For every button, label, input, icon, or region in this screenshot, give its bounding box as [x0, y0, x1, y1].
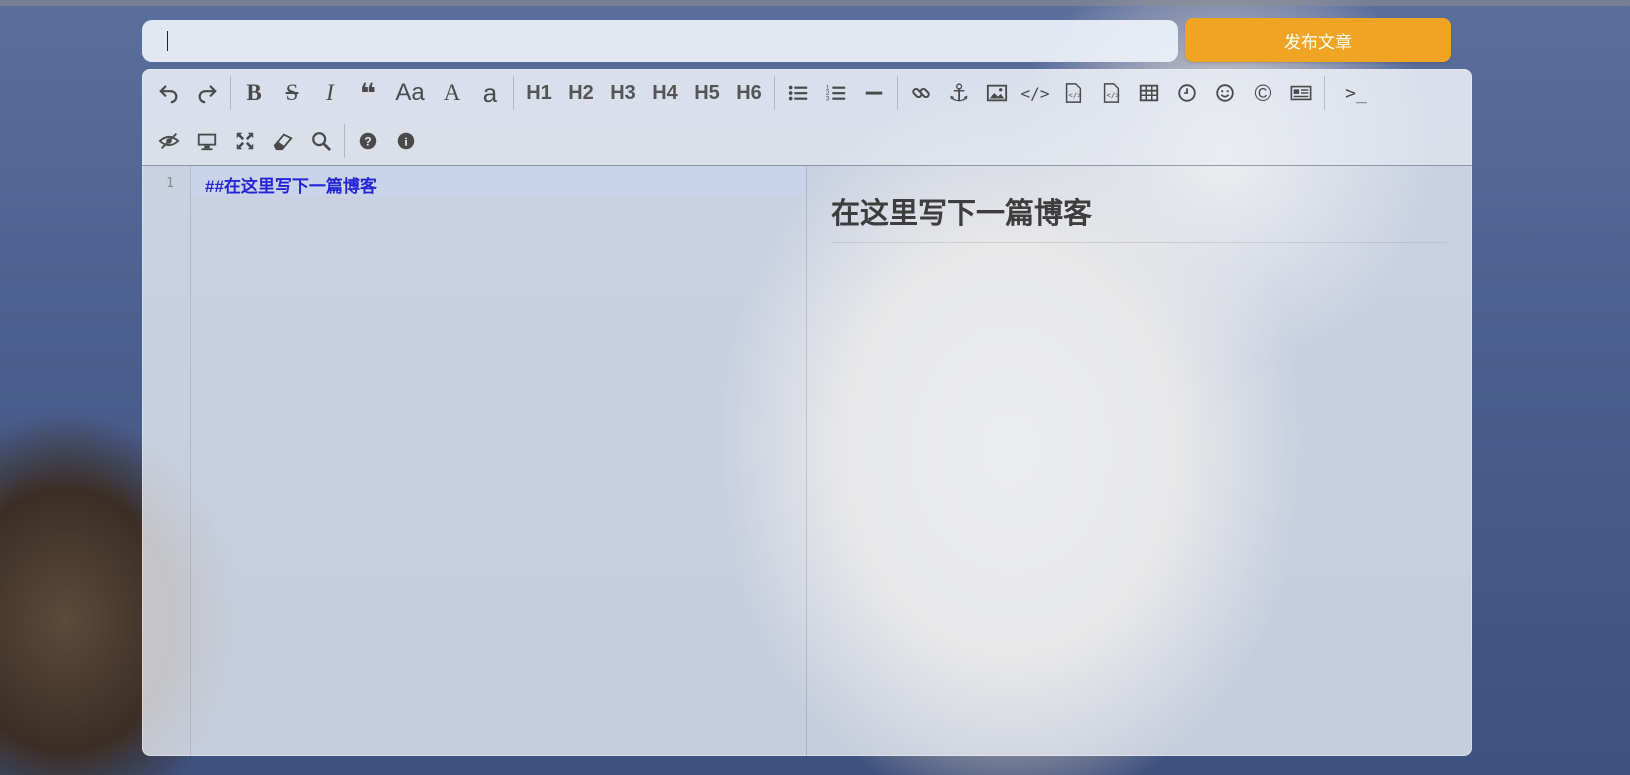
toolbar-separator [230, 76, 231, 110]
link-icon[interactable] [902, 75, 940, 111]
clear-icon[interactable] [264, 123, 302, 159]
image-icon[interactable] [978, 75, 1016, 111]
pagebreak-icon[interactable] [1282, 75, 1320, 111]
svg-text:3: 3 [826, 95, 830, 102]
font-a-lower-icon[interactable]: a [471, 75, 509, 111]
line-number: 1 [166, 176, 174, 191]
preview-pane: 在这里写下一篇博客 [807, 166, 1472, 756]
preview-heading: 在这里写下一篇博客 [831, 190, 1447, 243]
code-icon[interactable]: </> [1016, 75, 1054, 111]
heading-2-button[interactable]: H2 [560, 75, 602, 111]
title-input[interactable] [142, 20, 1178, 62]
uppercase-icon[interactable]: Aa [387, 75, 433, 111]
toolbar-row-2: ? i [150, 119, 425, 163]
ordered-list-icon[interactable]: 123 [817, 75, 855, 111]
heading-3-button[interactable]: H3 [602, 75, 644, 111]
heading-6-button[interactable]: H6 [728, 75, 770, 111]
quote-icon[interactable]: ❝ [349, 75, 387, 111]
toolbar-separator [344, 124, 345, 158]
text-caret [167, 31, 168, 51]
top-strip [0, 0, 1630, 6]
unordered-list-icon[interactable] [779, 75, 817, 111]
heading-4-button[interactable]: H4 [644, 75, 686, 111]
bold-icon[interactable]: B [235, 75, 273, 111]
help-icon[interactable]: ? [349, 123, 387, 159]
heading-1-button[interactable]: H1 [518, 75, 560, 111]
redo-icon[interactable] [188, 75, 226, 111]
toolbar-separator [513, 76, 514, 110]
emoji-icon[interactable] [1206, 75, 1244, 111]
svg-text:?: ? [364, 135, 371, 149]
strikethrough-icon[interactable]: S [273, 75, 311, 111]
undo-icon[interactable] [150, 75, 188, 111]
svg-text:</>: </> [1068, 91, 1082, 100]
toggle-preview-icon[interactable] [150, 123, 188, 159]
html-entities-icon[interactable]: © [1244, 75, 1282, 111]
svg-text:</>: </> [1106, 91, 1120, 100]
toolbar-separator [897, 76, 898, 110]
terminal-icon[interactable]: >_ [1329, 75, 1383, 111]
code-block-icon[interactable]: </> [1054, 75, 1092, 111]
horizontal-rule-icon[interactable] [855, 75, 893, 111]
datetime-icon[interactable] [1168, 75, 1206, 111]
search-icon[interactable] [302, 123, 340, 159]
toolbar-separator [1324, 76, 1325, 110]
markdown-editor: B S I ❝ Aa A a H1 H2 H3 H4 H5 H6 123 ⚓ <… [142, 69, 1472, 756]
code-editor-pane[interactable]: ##在这里写下一篇博客 [191, 166, 805, 756]
italic-icon[interactable]: I [311, 75, 349, 111]
heading-5-button[interactable]: H5 [686, 75, 728, 111]
toolbar-separator [774, 76, 775, 110]
info-icon[interactable]: i [387, 123, 425, 159]
fullscreen-icon[interactable] [226, 123, 264, 159]
preformatted-icon[interactable]: </> [1092, 75, 1130, 111]
editor-toolbar: B S I ❝ Aa A a H1 H2 H3 H4 H5 H6 123 ⚓ <… [142, 69, 1472, 166]
active-code-line[interactable]: ##在这里写下一篇博客 [191, 166, 805, 196]
watch-icon[interactable] [188, 123, 226, 159]
code-line-text: ##在这里写下一篇博客 [205, 177, 377, 196]
anchor-icon[interactable]: ⚓ [940, 75, 978, 111]
table-icon[interactable] [1130, 75, 1168, 111]
line-number-gutter: 1 [142, 166, 191, 756]
font-a-upper-icon[interactable]: A [433, 75, 471, 111]
publish-button[interactable]: 发布文章 [1185, 18, 1451, 62]
toolbar-row-1: B S I ❝ Aa A a H1 H2 H3 H4 H5 H6 123 ⚓ <… [150, 71, 1383, 115]
